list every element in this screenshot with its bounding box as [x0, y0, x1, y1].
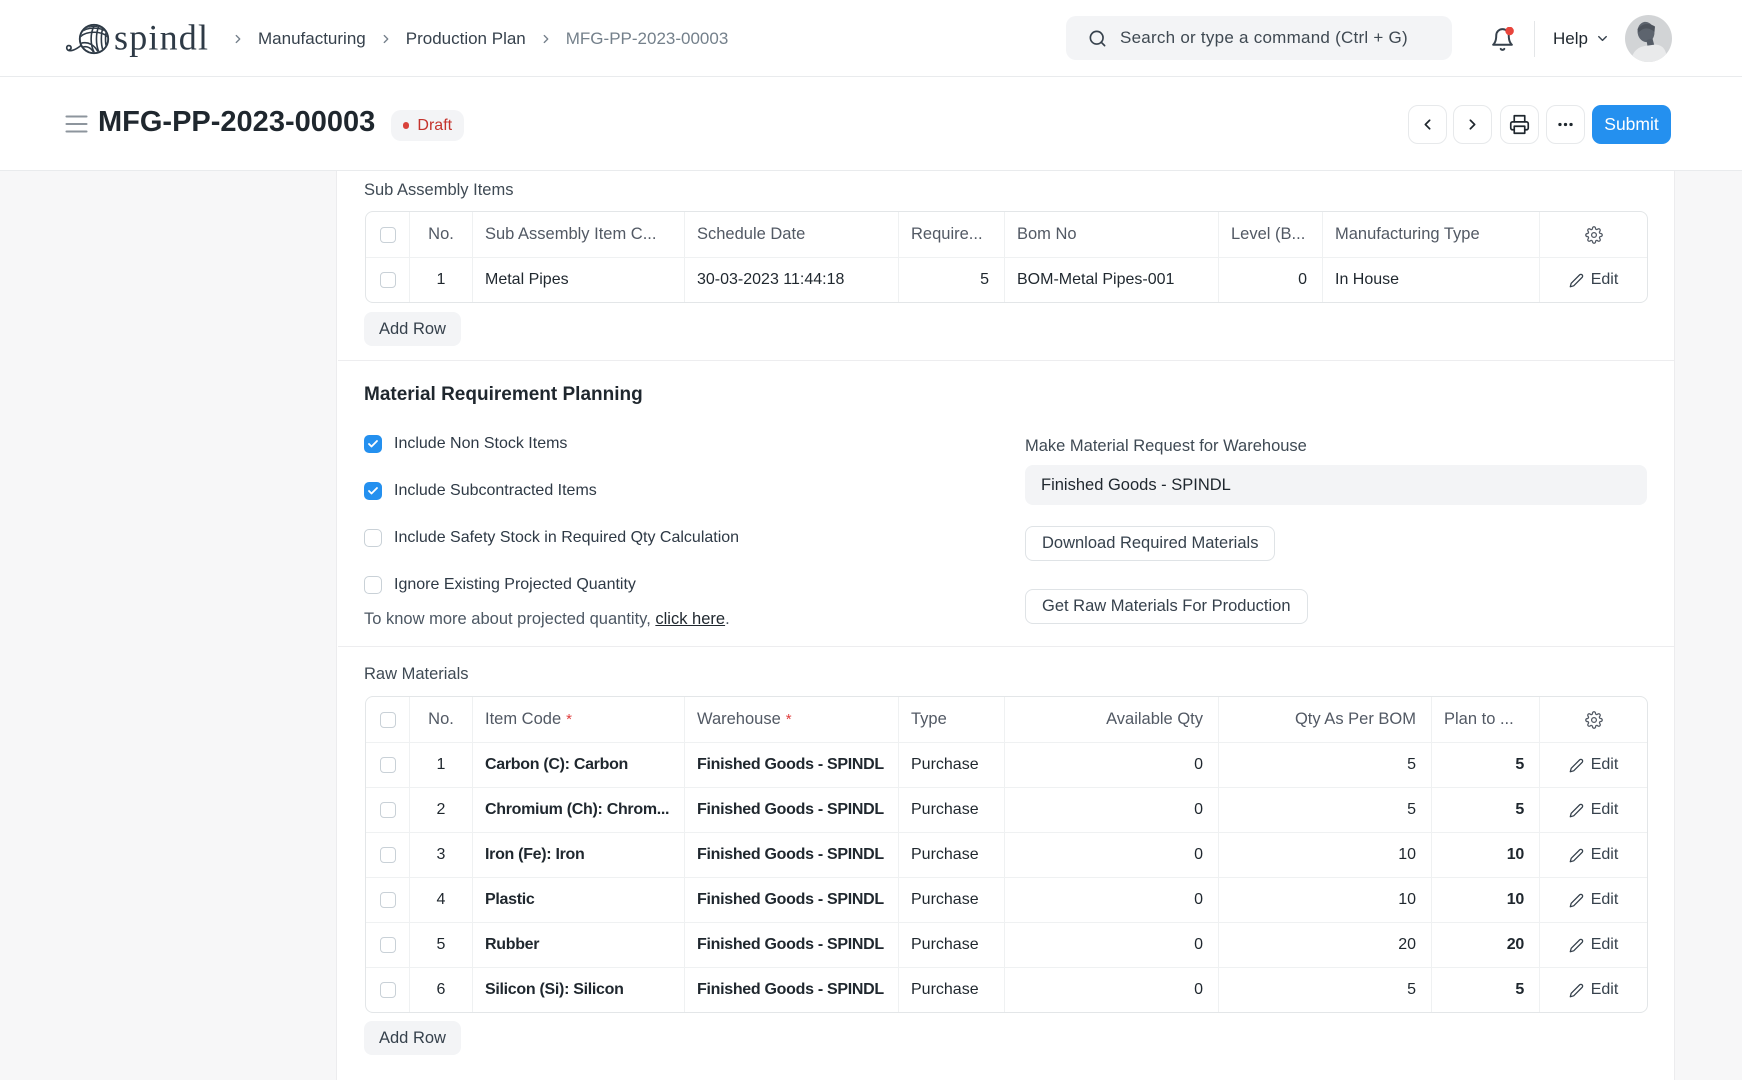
svg-text:spindl: spindl [114, 18, 209, 58]
